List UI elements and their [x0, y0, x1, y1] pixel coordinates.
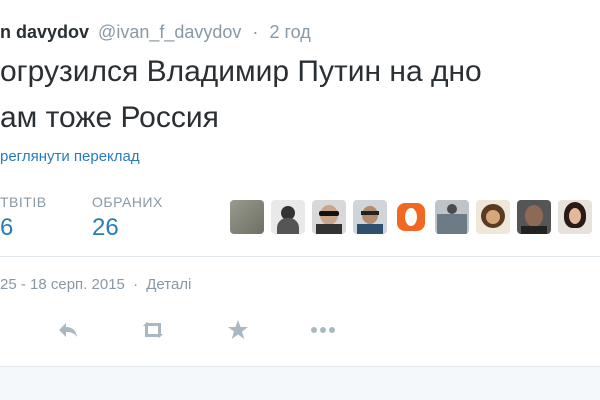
avatar[interactable] [353, 200, 387, 234]
user-name[interactable]: n davydov [0, 22, 89, 42]
tweet-meta: 25 - 18 серп. 2015 · Деталі [0, 276, 191, 293]
favorites-count[interactable]: 26 [92, 214, 119, 242]
tweet-text-line-1: огрузился Владимир Путин на дно [0, 55, 482, 88]
retweet-icon [143, 322, 163, 338]
header-separator: · [252, 22, 259, 42]
favorited-by-avatars [230, 200, 592, 234]
meta-separator: · [133, 276, 139, 293]
favorites-label: ОБРАНИХ [92, 194, 163, 210]
avatar[interactable] [476, 200, 510, 234]
tweet-time[interactable]: 2 год [269, 22, 310, 42]
tweet-timestamp[interactable]: 25 - 18 серп. 2015 [0, 276, 125, 293]
details-link[interactable]: Деталі [146, 276, 191, 293]
avatar[interactable] [271, 200, 305, 234]
tweet-text-line-2: ам тоже Россия [0, 101, 219, 134]
avatar[interactable] [230, 200, 264, 234]
more-icon [311, 327, 335, 333]
tweet-header: n davydov @ivan_f_davydov · 2 год [0, 20, 311, 44]
avatar[interactable] [312, 200, 346, 234]
retweets-label: ТВІТІВ [0, 194, 47, 210]
more-button[interactable] [303, 318, 343, 342]
retweet-button[interactable] [133, 318, 173, 342]
favorite-button[interactable] [218, 318, 258, 342]
tweet-actions [48, 318, 388, 342]
retweets-count[interactable]: 6 [0, 214, 13, 242]
reply-icon [59, 323, 77, 337]
avatar[interactable] [394, 200, 428, 234]
avatar[interactable] [558, 200, 592, 234]
avatar[interactable] [517, 200, 551, 234]
view-translation-link[interactable]: реглянути переклад [0, 148, 140, 165]
next-tweet-area [0, 367, 600, 400]
avatar[interactable] [435, 200, 469, 234]
reply-button[interactable] [48, 318, 88, 342]
divider [0, 256, 600, 257]
favorite-icon [228, 320, 248, 339]
user-handle[interactable]: @ivan_f_davydov [98, 22, 241, 42]
